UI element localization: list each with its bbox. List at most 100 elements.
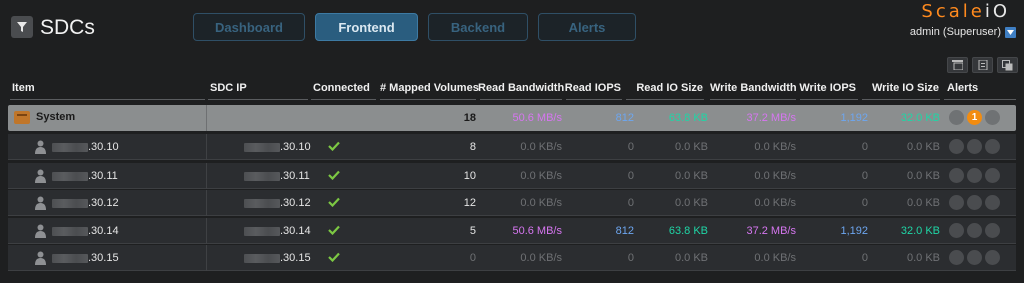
alert-indicator[interactable] <box>967 195 982 210</box>
alert-indicator[interactable] <box>949 168 964 183</box>
redacted-address <box>244 254 280 263</box>
brand-logo: ScaleiO <box>921 1 1010 22</box>
system-icon <box>14 111 30 124</box>
sdc-name: .30.12 <box>88 197 119 209</box>
alert-indicator[interactable] <box>985 110 1000 125</box>
table-row[interactable]: .30.11 .30.11 10 0.0 KB/s 0 0.0 KB 0.0 K… <box>8 163 1016 189</box>
sdc-name: .30.15 <box>88 252 119 264</box>
write-iops: 0 <box>861 170 868 182</box>
read-iops: 812 <box>615 225 634 237</box>
alert-indicator[interactable] <box>985 223 1000 238</box>
write-bandwidth: 0.0 KB/s <box>754 252 796 264</box>
system-row[interactable]: System 18 50.6 MB/s 812 63.8 KB 37.2 MB/… <box>8 105 1016 131</box>
table-view-icon[interactable] <box>947 57 968 73</box>
col-alerts[interactable]: Alerts <box>947 82 978 94</box>
chevron-down-icon[interactable] <box>1005 26 1016 38</box>
write-bandwidth: 0.0 KB/s <box>754 197 796 209</box>
system-write-iops: 1,192 <box>840 112 868 124</box>
col-read-io-size[interactable]: Read IO Size <box>626 82 703 94</box>
check-icon <box>328 252 340 262</box>
header-divider <box>862 99 940 100</box>
read-io-size: 0.0 KB <box>674 141 708 153</box>
alert-indicator[interactable] <box>949 223 964 238</box>
system-label: System <box>36 111 76 123</box>
alert-indicator[interactable] <box>949 250 964 265</box>
header-divider <box>480 99 562 100</box>
alert-indicator[interactable] <box>967 139 982 154</box>
col-write-bandwidth[interactable]: Write Bandwidth <box>710 82 797 94</box>
redacted-address <box>244 172 280 181</box>
alert-indicator[interactable] <box>967 168 982 183</box>
mapped-volumes: 5 <box>469 225 476 237</box>
user-label: admin (Superuser) <box>909 26 1001 38</box>
alert-indicator[interactable] <box>967 250 982 265</box>
sdc-ip: .30.12 <box>280 197 311 209</box>
alert-indicator[interactable] <box>949 139 964 154</box>
header-divider <box>710 99 796 100</box>
brand-main: Scale <box>921 1 985 22</box>
write-bandwidth: 0.0 KB/s <box>754 170 796 182</box>
tab-alerts[interactable]: Alerts <box>538 13 636 41</box>
read-bandwidth: 0.0 KB/s <box>520 197 562 209</box>
check-icon <box>328 170 340 180</box>
top-bar: SDCs Dashboard Frontend Backend Alerts S… <box>0 0 1024 56</box>
table-row[interactable]: .30.15 .30.15 0 0.0 KB/s 0 0.0 KB 0.0 KB… <box>8 245 1016 271</box>
alert-count-badge[interactable]: 1 <box>967 110 982 125</box>
alert-indicator[interactable] <box>967 223 982 238</box>
redacted-address <box>244 143 280 152</box>
table-header: Item SDC IP Connected # Mapped Volumes R… <box>0 80 1024 100</box>
mapped-volumes: 0 <box>469 252 476 264</box>
system-write-bandwidth: 37.2 MB/s <box>746 112 796 124</box>
col-connected[interactable]: Connected <box>313 82 370 94</box>
alert-indicator[interactable] <box>985 168 1000 183</box>
redacted-address <box>52 254 88 263</box>
col-item[interactable]: Item <box>12 82 35 94</box>
mapped-volumes: 8 <box>469 141 476 153</box>
alert-indicator[interactable] <box>985 250 1000 265</box>
col-read-iops[interactable]: Read IOPS <box>563 82 621 94</box>
alert-indicator[interactable] <box>949 195 964 210</box>
alert-indicator[interactable] <box>985 139 1000 154</box>
redacted-address <box>52 143 88 152</box>
col-mapped-volumes[interactable]: # Mapped Volumes <box>380 82 479 94</box>
person-icon <box>35 140 46 154</box>
write-io-size: 0.0 KB <box>906 252 940 264</box>
read-io-size: 0.0 KB <box>674 197 708 209</box>
tab-frontend[interactable]: Frontend <box>315 13 418 41</box>
header-divider <box>10 99 205 100</box>
redacted-address <box>244 227 280 236</box>
read-iops: 0 <box>627 197 634 209</box>
sdc-ip: .30.15 <box>280 252 311 264</box>
col-read-bandwidth[interactable]: Read Bandwidth <box>478 82 564 94</box>
row-alerts <box>949 250 1000 265</box>
write-iops: 1,192 <box>840 225 868 237</box>
table-row[interactable]: .30.10 .30.10 8 0.0 KB/s 0 0.0 KB 0.0 KB… <box>8 134 1016 160</box>
col-write-iops[interactable]: Write IOPS <box>798 82 856 94</box>
copy-view-icon[interactable] <box>997 57 1018 73</box>
col-write-io-size[interactable]: Write IO Size <box>860 82 939 94</box>
user-menu[interactable]: admin (Superuser) <box>910 26 1016 38</box>
mapped-volumes: 10 <box>463 170 476 182</box>
filter-button[interactable] <box>11 16 33 38</box>
list-view-icon[interactable] <box>972 57 993 73</box>
alert-indicator[interactable] <box>949 110 964 125</box>
table-row[interactable]: .30.12 .30.12 12 0.0 KB/s 0 0.0 KB 0.0 K… <box>8 190 1016 216</box>
mapped-volumes: 12 <box>463 197 476 209</box>
write-io-size: 0.0 KB <box>906 197 940 209</box>
read-bandwidth: 0.0 KB/s <box>520 252 562 264</box>
sdc-name: .30.10 <box>88 141 119 153</box>
alert-indicator[interactable] <box>985 195 1000 210</box>
write-iops: 0 <box>861 197 868 209</box>
tab-backend[interactable]: Backend <box>428 13 528 41</box>
person-icon <box>35 196 46 210</box>
read-iops: 0 <box>627 252 634 264</box>
person-icon <box>35 251 46 265</box>
col-sdc-ip[interactable]: SDC IP <box>210 82 247 94</box>
table-row[interactable]: .30.14 .30.14 5 50.6 MB/s 812 63.8 KB 37… <box>8 218 1016 244</box>
tab-dashboard[interactable]: Dashboard <box>193 13 305 41</box>
system-write-io-size: 32.0 KB <box>900 112 940 124</box>
sdc-ip: .30.11 <box>280 170 310 182</box>
sdc-name: .30.14 <box>88 225 119 237</box>
row-alerts <box>949 168 1000 183</box>
write-bandwidth: 0.0 KB/s <box>754 141 796 153</box>
